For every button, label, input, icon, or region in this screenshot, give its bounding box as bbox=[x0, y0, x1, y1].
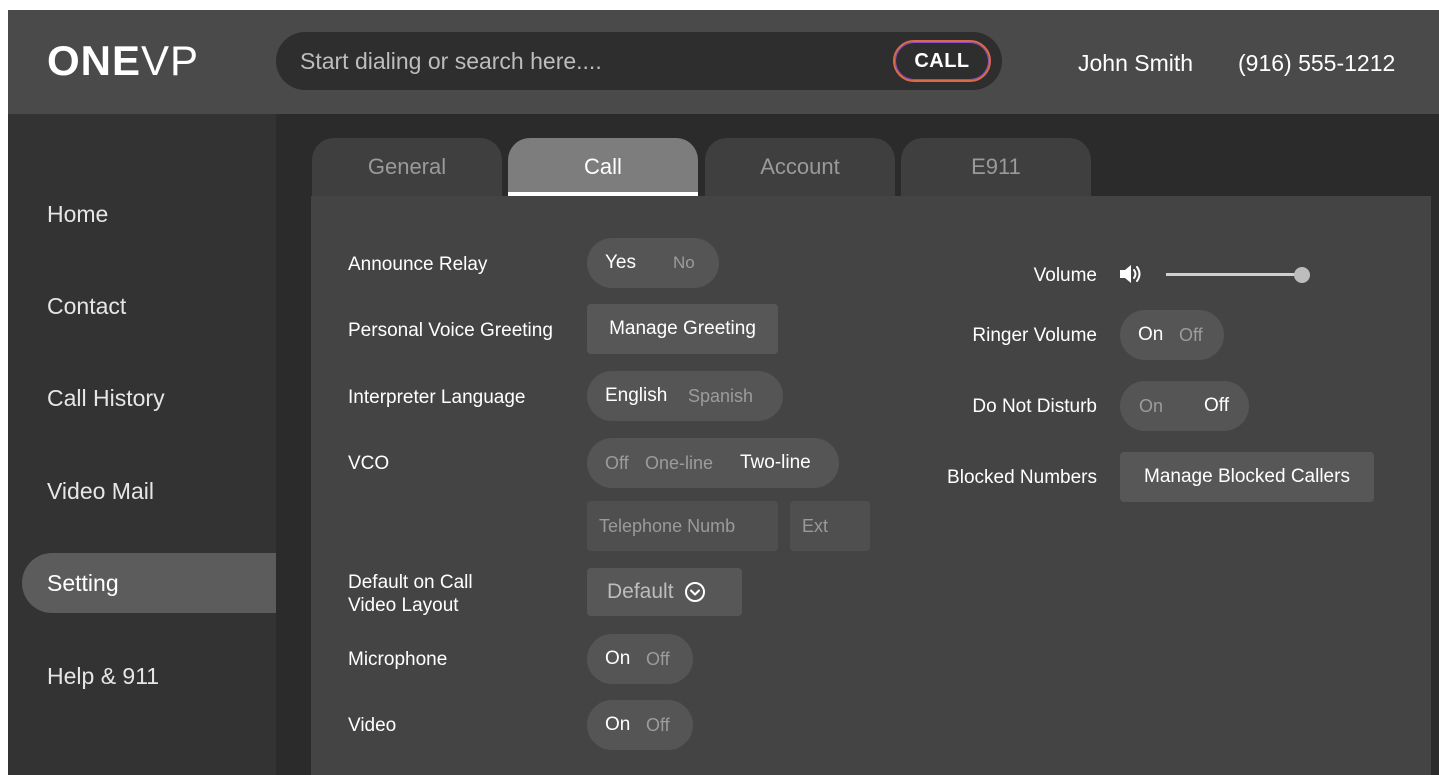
telephone-number-input[interactable] bbox=[587, 501, 778, 551]
sidebar-item-home[interactable]: Home bbox=[22, 184, 276, 244]
video-toggle: On Off bbox=[587, 700, 693, 750]
microphone-toggle: On Off bbox=[587, 634, 693, 684]
logo-bold: ONE bbox=[47, 37, 142, 84]
announce-relay-no[interactable]: No bbox=[673, 253, 695, 273]
language-spanish[interactable]: Spanish bbox=[688, 386, 753, 407]
search-input[interactable] bbox=[300, 43, 860, 79]
extension-field bbox=[790, 501, 870, 551]
video-layout-label-line1: Default on Call bbox=[348, 572, 473, 593]
sidebar-item-video-mail[interactable]: Video Mail bbox=[22, 461, 276, 521]
interpreter-language-label: Interpreter Language bbox=[348, 387, 526, 408]
vco-one-line[interactable]: One-line bbox=[645, 453, 713, 474]
do-not-disturb-on[interactable]: On bbox=[1139, 396, 1163, 417]
logo-thin: VP bbox=[141, 37, 200, 84]
interpreter-language-toggle: English Spanish bbox=[587, 371, 783, 421]
video-layout-label-line2: Video Layout bbox=[348, 595, 459, 616]
vco-toggle: Off One-line Two-line bbox=[587, 438, 839, 488]
video-on[interactable]: On bbox=[605, 714, 630, 736]
volume-slider[interactable] bbox=[1166, 266, 1310, 284]
announce-relay-toggle: Yes No bbox=[587, 238, 719, 288]
video-off[interactable]: Off bbox=[646, 715, 670, 736]
language-english[interactable]: English bbox=[605, 385, 667, 407]
announce-relay-yes[interactable]: Yes bbox=[605, 252, 636, 274]
tab-e911[interactable]: E911 bbox=[901, 138, 1091, 196]
volume-slider-track bbox=[1166, 273, 1302, 276]
user-phone: (916) 555-1212 bbox=[1238, 50, 1396, 76]
announce-relay-label: Announce Relay bbox=[348, 254, 488, 275]
sidebar-item-call-history[interactable]: Call History bbox=[22, 368, 276, 428]
sidebar-item-contact[interactable]: Contact bbox=[22, 276, 276, 336]
video-layout-select[interactable]: Default bbox=[587, 568, 742, 616]
manage-greeting-button[interactable]: Manage Greeting bbox=[587, 304, 778, 354]
vco-off[interactable]: Off bbox=[605, 453, 629, 474]
video-label: Video bbox=[348, 715, 397, 736]
do-not-disturb-toggle: On Off bbox=[1120, 381, 1249, 431]
tab-account[interactable]: Account bbox=[705, 138, 895, 196]
sidebar-item-setting[interactable]: Setting bbox=[22, 553, 276, 613]
call-button[interactable]: CALL bbox=[893, 40, 991, 82]
video-layout-value: Default bbox=[607, 580, 674, 603]
app-window: ONEVP CALL John Smith (916) 555-1212 Hom… bbox=[8, 10, 1439, 775]
settings-panel: Announce Relay Yes No Personal Voice Gre… bbox=[311, 196, 1431, 775]
sidebar: Home Contact Call History Video Mail Set… bbox=[8, 114, 276, 775]
top-bar: ONEVP CALL John Smith (916) 555-1212 bbox=[8, 10, 1439, 114]
speaker-icon[interactable] bbox=[1117, 261, 1145, 287]
search-bar: CALL bbox=[276, 32, 1002, 90]
vco-label: VCO bbox=[348, 453, 390, 474]
telephone-number-field bbox=[587, 501, 778, 551]
do-not-disturb-off[interactable]: Off bbox=[1204, 395, 1229, 417]
ringer-volume-toggle: On Off bbox=[1120, 310, 1224, 360]
do-not-disturb-label: Do Not Disturb bbox=[972, 396, 1097, 417]
sidebar-item-help-911[interactable]: Help & 911 bbox=[22, 646, 276, 706]
voice-greeting-label: Personal Voice Greeting bbox=[348, 320, 553, 341]
user-name: John Smith bbox=[1078, 50, 1194, 76]
extension-input[interactable] bbox=[790, 501, 870, 551]
volume-label: Volume bbox=[1033, 265, 1097, 286]
volume-slider-knob[interactable] bbox=[1294, 267, 1310, 283]
microphone-label: Microphone bbox=[348, 649, 448, 670]
vco-two-line[interactable]: Two-line bbox=[740, 452, 811, 474]
logo: ONEVP bbox=[47, 36, 199, 86]
microphone-off[interactable]: Off bbox=[646, 649, 670, 670]
blocked-numbers-label: Blocked Numbers bbox=[947, 467, 1097, 488]
microphone-on[interactable]: On bbox=[605, 648, 630, 670]
manage-blocked-callers-button[interactable]: Manage Blocked Callers bbox=[1120, 452, 1374, 502]
chevron-down-circle-icon bbox=[684, 581, 706, 603]
tab-general[interactable]: General bbox=[312, 138, 502, 196]
ringer-volume-label: Ringer Volume bbox=[972, 325, 1097, 346]
ringer-volume-off[interactable]: Off bbox=[1179, 325, 1203, 346]
ringer-volume-on[interactable]: On bbox=[1138, 324, 1163, 346]
tab-call[interactable]: Call bbox=[508, 138, 698, 196]
